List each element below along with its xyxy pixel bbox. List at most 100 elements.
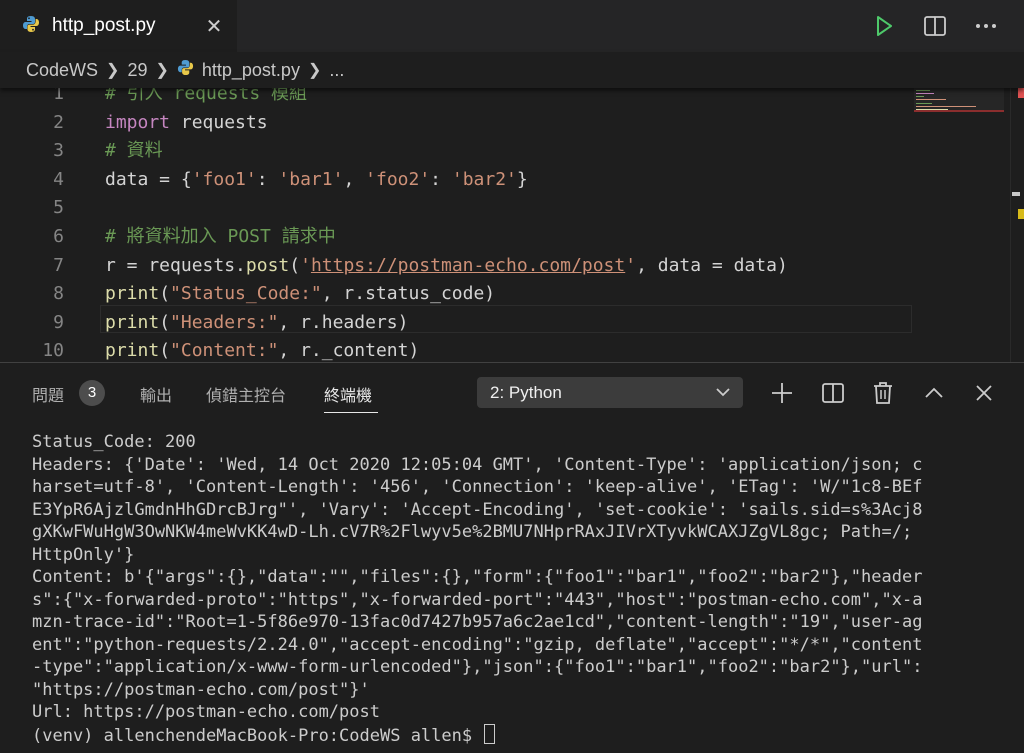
code-token: # 資料 bbox=[105, 140, 163, 162]
terminal-selector[interactable]: 2: Python bbox=[477, 377, 743, 408]
terminal-line: -type":"application/x-www-form-urlencode… bbox=[32, 657, 923, 677]
code-token: requests bbox=[170, 111, 268, 133]
code-line[interactable]: 1 # 引入 requests 模組 bbox=[0, 88, 1000, 109]
code-token: post bbox=[245, 254, 290, 276]
code-text: # 資料 bbox=[105, 137, 163, 166]
chevron-right-icon: ❯ bbox=[155, 62, 169, 79]
code-token: ' bbox=[625, 254, 637, 276]
breadcrumb: CodeWS ❯ 29 ❯ http_post.py ❯ ... bbox=[0, 52, 1024, 88]
code-token: : bbox=[430, 168, 452, 190]
prompt-text: (venv) allenchendeMacBook-Pro:CodeWS all… bbox=[32, 725, 483, 746]
code-token: : bbox=[256, 168, 279, 190]
breadcrumb-item-folder[interactable]: 29 bbox=[127, 60, 147, 81]
tab-problems[interactable]: 問題 bbox=[32, 382, 64, 406]
chevron-right-icon: ❯ bbox=[106, 62, 120, 79]
code-token: https://postman-echo.com/post bbox=[310, 254, 626, 276]
code-token: ' bbox=[300, 254, 311, 276]
run-icon[interactable] bbox=[870, 12, 898, 40]
error-marker bbox=[1018, 88, 1024, 98]
line-number: 1 bbox=[53, 88, 64, 104]
code-line[interactable]: 9 print("Headers:", r.headers) bbox=[0, 309, 1000, 338]
editor-scrollbar[interactable] bbox=[1010, 88, 1024, 362]
terminal-output[interactable]: Status_Code: 200 Headers: {'Date': 'Wed, … bbox=[32, 431, 992, 747]
terminal-cursor bbox=[484, 723, 496, 744]
code-text: # 引入 requests 模組 bbox=[105, 88, 307, 109]
code-token: ( bbox=[289, 254, 301, 276]
code-token: ( bbox=[159, 311, 171, 333]
python-icon bbox=[22, 15, 40, 37]
code-token: r = requests. bbox=[105, 254, 246, 276]
code-line[interactable]: 4 data = {'foo1': 'bar1', 'foo2': 'bar2'} bbox=[0, 166, 1000, 195]
code-token: , r.status_code) bbox=[321, 283, 496, 305]
terminal-line: "https://postman-echo.com/post"}' bbox=[32, 679, 370, 700]
code-editor[interactable]: 1 # 引入 requests 模組 2 import requests 3 # 資料 4 d… bbox=[0, 88, 1024, 362]
code-token: "Status_Code:" bbox=[170, 283, 322, 305]
editor-tab-http-post[interactable]: http_post.py ✕ bbox=[0, 0, 237, 52]
close-icon[interactable]: ✕ bbox=[202, 14, 226, 38]
tab-output[interactable]: 輸出 bbox=[140, 382, 172, 406]
code-token: , r._content) bbox=[278, 340, 420, 362]
code-token: print bbox=[105, 340, 160, 362]
terminal-line: Content: b'{"args":{},"data":"","files":… bbox=[32, 567, 923, 587]
code-token: # 將資料加入 POST 請求中 bbox=[105, 226, 336, 247]
terminal-line: s":{"x-forwarded-proto":"https","x-forwa… bbox=[32, 589, 923, 610]
terminal-line: Url: https://postman-echo.com/post bbox=[32, 702, 380, 722]
close-panel-icon[interactable] bbox=[971, 380, 997, 406]
code-line[interactable]: 8 print("Status_Code:", r.status_code) bbox=[0, 280, 1000, 309]
code-text: import requests bbox=[105, 109, 268, 138]
warning-marker bbox=[1018, 209, 1024, 219]
chevron-right-icon: ❯ bbox=[307, 62, 322, 79]
code-token: "Headers:" bbox=[170, 311, 279, 333]
code-token: 'bar1' bbox=[278, 168, 344, 190]
code-line[interactable]: 10 print("Content:", r._content) bbox=[0, 337, 1000, 362]
line-number: 10 bbox=[42, 340, 64, 362]
code-token: ( bbox=[159, 340, 171, 362]
terminal-line: Headers: {'Date': 'Wed, 14 Oct 2020 12:0… bbox=[32, 454, 923, 475]
code-token: } bbox=[516, 168, 528, 190]
split-editor-icon[interactable] bbox=[921, 12, 949, 40]
terminal-line: harset=utf-8', 'Content-Length': '456', … bbox=[32, 477, 923, 497]
code-token: , bbox=[343, 168, 366, 190]
terminal-line: ent":"python-requests/2.24.0","accept-en… bbox=[32, 634, 923, 655]
line-number: 7 bbox=[53, 254, 64, 276]
terminal-line: Status_Code: 200 bbox=[32, 432, 196, 452]
breadcrumb-item-symbols[interactable]: ... bbox=[329, 60, 344, 81]
code-line[interactable]: 2 import requests bbox=[0, 109, 1000, 138]
code-text: # 將資料加入 POST 請求中 bbox=[105, 223, 336, 252]
code-line[interactable]: 6 # 將資料加入 POST 請求中 bbox=[0, 223, 1000, 252]
maximize-panel-icon[interactable] bbox=[921, 380, 947, 406]
code-text: print("Headers:", r.headers) bbox=[105, 309, 408, 338]
terminal-line: HttpOnly'} bbox=[32, 544, 135, 565]
code-token: print bbox=[105, 283, 160, 305]
tab-debug-console[interactable]: 偵錯主控台 bbox=[206, 382, 286, 406]
line-number: 4 bbox=[53, 168, 64, 190]
code-token: # 引入 requests 模組 bbox=[105, 88, 308, 104]
more-actions-icon[interactable] bbox=[972, 12, 1000, 40]
split-terminal-icon[interactable] bbox=[820, 380, 846, 406]
cursor-marker bbox=[1012, 192, 1020, 196]
new-terminal-icon[interactable] bbox=[769, 380, 795, 406]
terminal-line: gXKwFWuHgW3OwNKW4meWvKK4wD-Lh.cV7R%2Flwy… bbox=[32, 522, 913, 542]
breadcrumb-item-file[interactable]: http_post.py bbox=[202, 60, 300, 81]
code-token: ( bbox=[159, 283, 171, 305]
code-token: 'foo2' bbox=[365, 168, 431, 190]
panel-tab-bar: 問題 3 輸出 偵錯主控台 終端機 2: Python bbox=[0, 363, 1024, 423]
tab-terminal[interactable]: 終端機 bbox=[324, 382, 372, 406]
terminal-line: E3YpR6AjzlGmdnHhGDrcBJrg"', 'Vary': 'Acc… bbox=[32, 499, 923, 520]
trash-icon[interactable] bbox=[870, 380, 896, 406]
line-number: 5 bbox=[53, 197, 64, 219]
code-text: print("Status_Code:", r.status_code) bbox=[105, 280, 495, 309]
tab-title: http_post.py bbox=[52, 15, 156, 36]
breadcrumb-item-codews[interactable]: CodeWS bbox=[26, 60, 98, 81]
code-token: print bbox=[105, 311, 160, 333]
code-token: 'bar2' bbox=[451, 168, 517, 190]
code-line[interactable]: 7r = requests.post('https://postman-echo… bbox=[0, 252, 1000, 281]
code-token: 'foo1' bbox=[191, 168, 257, 190]
active-tab-indicator bbox=[324, 412, 378, 413]
bottom-panel: 問題 3 輸出 偵錯主控台 終端機 2: Python Status_Code:… bbox=[0, 362, 1024, 753]
minimap[interactable] bbox=[914, 88, 1004, 118]
code-line[interactable]: 5 bbox=[0, 194, 1000, 223]
line-number: 8 bbox=[53, 283, 64, 305]
code-line[interactable]: 3 # 資料 bbox=[0, 137, 1000, 166]
terminal-prompt[interactable]: (venv) allenchendeMacBook-Pro:CodeWS all… bbox=[32, 723, 992, 748]
